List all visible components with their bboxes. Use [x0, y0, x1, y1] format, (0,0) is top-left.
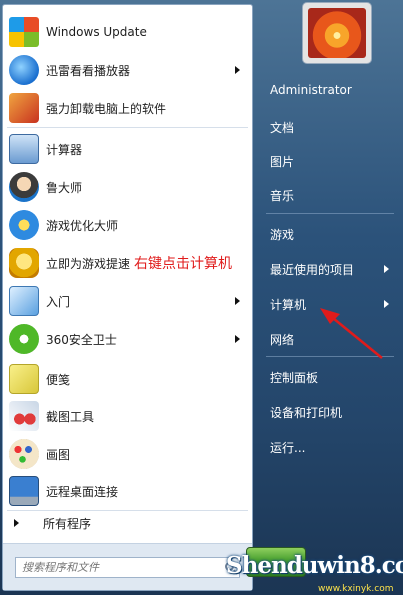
right-menu-item[interactable]: 计算机: [270, 296, 306, 313]
menu-separator: [266, 213, 394, 214]
paint-icon: [9, 439, 39, 469]
right-menu-item[interactable]: 网络: [270, 331, 294, 348]
user-avatar[interactable]: [302, 2, 372, 64]
program-item[interactable]: 360安全卫士: [3, 320, 252, 358]
program-item[interactable]: 截图工具: [3, 397, 252, 435]
program-label: 立即为游戏提速: [46, 256, 131, 271]
annotation-text: 右键点击计算机: [134, 256, 232, 272]
program-label: 入门: [46, 294, 71, 309]
watermark-logo: Shenduwin8.com: [226, 552, 403, 579]
flower-picture: [308, 8, 366, 58]
program-item[interactable]: Windows Update: [3, 13, 252, 51]
right-menu-item[interactable]: 文档: [270, 119, 294, 136]
red-pointer-arrow: [320, 308, 383, 359]
program-label: 强力卸载电脑上的软件: [46, 101, 167, 116]
start-menu-programs-pane: Windows Update 迅雷看看播放器强力卸载电脑上的软件 计算器鲁大师游戏优…: [2, 4, 253, 591]
right-menu-item[interactable]: 音乐: [270, 187, 294, 204]
right-menu-item[interactable]: 控制面板: [270, 369, 318, 386]
expand-arrow-icon: [14, 519, 19, 527]
program-item[interactable]: 入门: [3, 282, 252, 320]
program-label: 游戏优化大师: [46, 218, 119, 233]
right-menu-item[interactable]: 最近使用的项目: [270, 261, 354, 278]
program-item[interactable]: 远程桌面连接: [3, 472, 252, 510]
search-input[interactable]: [22, 560, 212, 575]
submenu-arrow-icon: [235, 66, 240, 74]
submenu-arrow-icon: [235, 297, 240, 305]
right-menu-item[interactable]: 运行...: [270, 439, 305, 456]
program-label: 画图: [46, 447, 71, 462]
getting-started-icon: [9, 286, 39, 316]
game-optimizer-icon: [9, 210, 39, 240]
program-label: 远程桌面连接: [46, 484, 119, 499]
program-item[interactable]: 计算器: [3, 130, 252, 168]
program-label: 计算器: [46, 142, 83, 157]
start-menu-screenshot: Windows Update 迅雷看看播放器强力卸载电脑上的软件 计算器鲁大师游戏优…: [0, 0, 403, 595]
right-menu-item[interactable]: 图片: [270, 153, 294, 170]
user-name-link[interactable]: Administrator: [270, 83, 352, 97]
uninstaller-icon: [9, 93, 39, 123]
program-label: 迅雷看看播放器: [46, 63, 131, 78]
program-label: 鲁大师: [46, 180, 83, 195]
submenu-arrow-icon: [235, 335, 240, 343]
remote-desktop-icon: [9, 476, 39, 506]
calculator-icon: [9, 134, 39, 164]
program-item[interactable]: 便笺: [3, 360, 252, 398]
right-menu-item[interactable]: 设备和打印机: [270, 404, 342, 421]
watermark-url: www.kxinyk.com: [318, 584, 394, 594]
program-label: 便笺: [46, 372, 71, 387]
all-programs-button[interactable]: 所有程序: [3, 510, 252, 536]
submenu-arrow-icon: [384, 265, 389, 273]
xunlei-player-icon: [9, 55, 39, 85]
snipping-tool-icon: [9, 401, 39, 431]
all-programs-label: 所有程序: [43, 517, 92, 531]
right-menu-item[interactable]: 游戏: [270, 226, 294, 243]
search-area: [3, 543, 252, 590]
program-label: 360安全卫士: [46, 332, 117, 347]
search-box[interactable]: [15, 557, 240, 578]
sticky-notes-icon: [9, 364, 39, 394]
program-item[interactable]: 鲁大师: [3, 168, 252, 206]
menu-separator: [7, 127, 248, 128]
ludashi-icon: [9, 172, 39, 202]
360-safeguard-icon: [9, 324, 39, 354]
program-item[interactable]: 强力卸载电脑上的软件: [3, 89, 252, 127]
program-label: Windows Update: [46, 25, 147, 39]
windows-update-icon: [9, 17, 39, 47]
submenu-arrow-icon: [384, 300, 389, 308]
program-label: 截图工具: [46, 409, 95, 424]
game-boost-icon: [9, 248, 39, 278]
program-item[interactable]: 画图: [3, 435, 252, 473]
program-item[interactable]: 迅雷看看播放器: [3, 51, 252, 89]
program-item[interactable]: 游戏优化大师: [3, 206, 252, 244]
